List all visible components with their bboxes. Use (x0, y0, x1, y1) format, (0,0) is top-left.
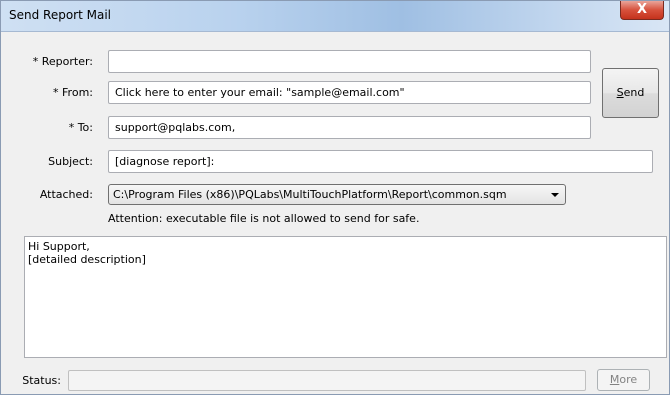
message-body-textarea[interactable]: Hi Support, [detailed description] (24, 236, 667, 358)
status-label: Status: (22, 374, 61, 387)
send-mnemonic: S (616, 86, 624, 99)
close-button[interactable]: X (620, 1, 664, 20)
attention-note: Attention: executable file is not allowe… (108, 212, 420, 225)
from-email-input[interactable]: Click here to enter your email: "sample@… (108, 81, 591, 104)
more-button[interactable]: More (597, 369, 650, 391)
more-label-rest: ore (619, 373, 638, 386)
attached-file-select[interactable]: C:\Program Files (x86)\PQLabs\MultiTouch… (108, 184, 566, 205)
more-mnemonic: M (609, 373, 620, 386)
send-report-mail-window: Send Report Mail X * Reporter: * From: C… (0, 0, 670, 395)
title-bar[interactable]: Send Report Mail X (1, 1, 669, 32)
subject-label: Subject: (48, 155, 93, 168)
from-label: * From: (53, 86, 93, 99)
reporter-input[interactable] (108, 50, 591, 73)
window-title: Send Report Mail (9, 8, 112, 22)
send-button[interactable]: Send (602, 68, 659, 118)
to-label: * To: (68, 121, 93, 134)
attached-file-value: C:\Program Files (x86)\PQLabs\MultiTouch… (113, 188, 507, 201)
reporter-label: * Reporter: (32, 55, 93, 68)
subject-input[interactable]: [diagnose report]: (108, 150, 653, 173)
to-input[interactable]: support@pqlabs.com, (108, 116, 591, 139)
send-label-rest: end (623, 86, 645, 99)
attached-label: Attached: (39, 188, 93, 201)
status-field (68, 370, 586, 391)
dropdown-arrow-icon (551, 193, 559, 197)
